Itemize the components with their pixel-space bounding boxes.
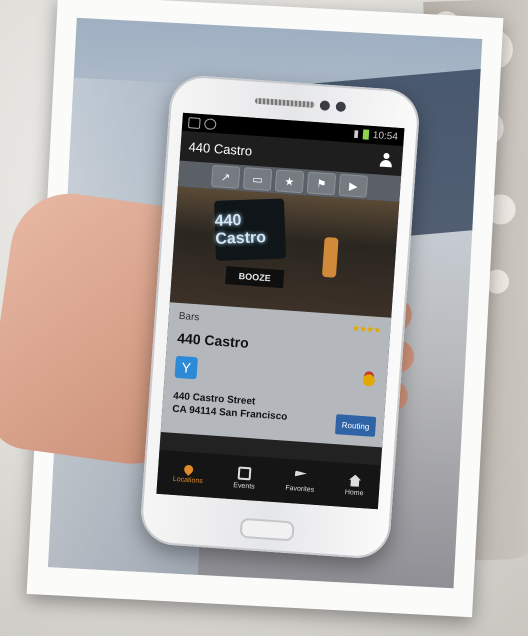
tab-label: Favorites xyxy=(285,484,315,494)
flag-button[interactable]: ⚑ xyxy=(306,171,337,196)
booze-sign: BOOZE xyxy=(225,266,285,289)
calendar-icon xyxy=(237,465,252,480)
tab-locations[interactable]: Locations xyxy=(172,462,204,485)
status-left xyxy=(187,116,217,130)
venue-name: 440 Castro xyxy=(176,329,250,351)
tab-label: Events xyxy=(233,481,255,491)
speaker-grille xyxy=(254,97,316,108)
star-icon: ★ xyxy=(284,175,295,189)
app-title: 440 Castro xyxy=(188,138,253,159)
lamp xyxy=(321,236,339,278)
whatsapp-icon xyxy=(203,117,217,130)
tab-label: Home xyxy=(344,488,364,498)
comment-button[interactable]: ▭ xyxy=(242,167,273,192)
play-icon: ▶ xyxy=(348,180,358,193)
rating-stars: ★★★★ xyxy=(351,323,381,336)
battery-icon xyxy=(362,129,370,140)
tab-home[interactable]: Home xyxy=(345,474,365,497)
gallery-icon xyxy=(187,116,201,129)
cocktail-icon: Y xyxy=(174,355,198,380)
venue-sign-text: 440 Castro xyxy=(214,211,267,248)
flag-icon xyxy=(294,470,307,483)
signal-icon: ▮ xyxy=(353,128,360,140)
venue-photo: 440 Castro BOOZE xyxy=(169,186,400,318)
share-icon: ↗ xyxy=(220,171,231,184)
tab-events[interactable]: Events xyxy=(233,465,256,491)
medal-icon xyxy=(362,373,376,387)
tab-label: Locations xyxy=(172,475,203,485)
venue-sign: 440 Castro xyxy=(213,198,287,261)
tab-favorites[interactable]: Favorites xyxy=(285,470,315,494)
venue-detail: Bars ★★★★ 440 Castro Y 440 Castro Street… xyxy=(160,302,392,448)
sensor xyxy=(319,100,331,111)
person-icon[interactable] xyxy=(378,151,395,168)
pin-icon xyxy=(182,462,195,476)
status-time: 10:54 xyxy=(372,129,399,143)
camera xyxy=(335,101,347,113)
favorite-button[interactable]: ★ xyxy=(274,169,305,194)
status-right: ▮ 10:54 xyxy=(353,128,398,142)
home-icon xyxy=(349,474,362,487)
routing-button[interactable]: Routing xyxy=(334,414,377,437)
share-button[interactable]: ↗ xyxy=(210,164,241,189)
tab-bar: Locations Events Favorites Home xyxy=(156,449,381,510)
play-button[interactable]: ▶ xyxy=(338,173,369,198)
phone: ▮ 10:54 440 Castro ↗ ▭ ★ ⚑ ▶ 440 Castro … xyxy=(138,73,422,561)
hardware-home-button[interactable] xyxy=(239,517,295,542)
screen: ▮ 10:54 440 Castro ↗ ▭ ★ ⚑ ▶ 440 Castro … xyxy=(156,112,405,510)
chat-icon: ▭ xyxy=(251,173,264,186)
flag-icon: ⚑ xyxy=(316,177,327,191)
